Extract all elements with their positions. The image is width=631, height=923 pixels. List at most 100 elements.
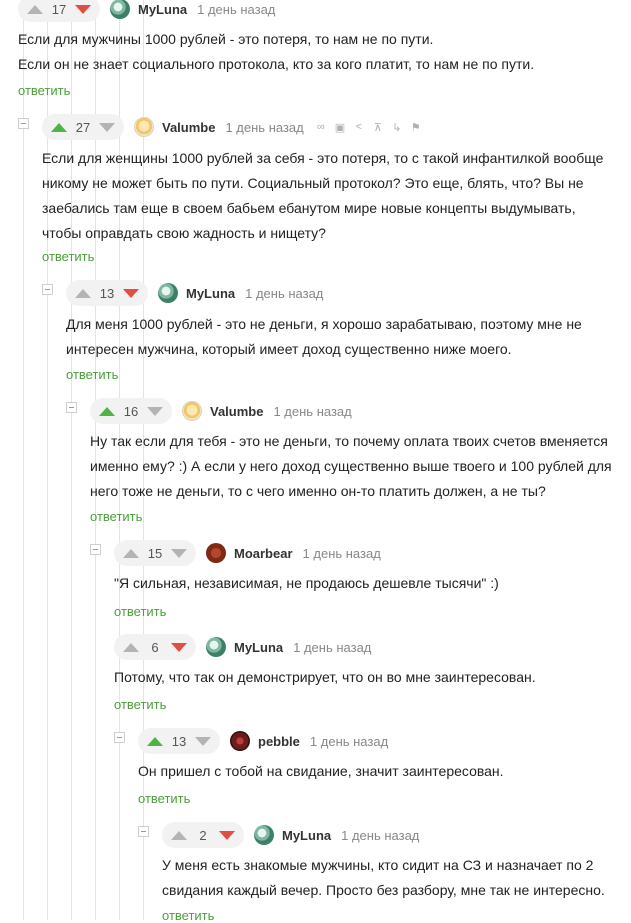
comment-line: свидания каждый вечер. Просто без разбор… (162, 882, 605, 898)
comment-text: Если для мужчины 1000 рублей - это потер… (18, 27, 534, 77)
author-name[interactable]: Moarbear (234, 546, 293, 561)
downvote-button[interactable] (216, 824, 238, 846)
collapse-button[interactable] (42, 284, 53, 295)
reply-link[interactable]: ответить (138, 791, 190, 806)
timestamp[interactable]: 1 день назад (273, 404, 351, 419)
avatar[interactable] (206, 543, 226, 563)
upvote-button[interactable] (144, 730, 166, 752)
arrow-down-icon (75, 4, 91, 14)
comment: 2 MyLuna 1 день назад У меня есть знаком… (138, 822, 631, 923)
upvote-button[interactable] (96, 400, 118, 422)
arrow-up-icon (51, 122, 67, 132)
arrow-down-icon (123, 288, 139, 298)
timestamp[interactable]: 1 день назад (225, 120, 303, 135)
downvote-button[interactable] (96, 116, 118, 138)
rating-count: 15 (147, 545, 163, 561)
comment-line: него тоже не деньги, то с чего именно он… (90, 483, 546, 499)
comment-line: Для меня 1000 рублей - это не деньги, я … (66, 316, 582, 332)
upvote-button[interactable] (24, 0, 46, 20)
arrow-up-icon (75, 288, 91, 298)
collapse-button[interactable] (18, 118, 29, 129)
comment-header: 27 Valumbe 1 день назад ∞ ▣ < ⊼ ↳ ⚑ (42, 114, 421, 140)
comment-header: 15 Moarbear 1 день назад (114, 540, 381, 566)
upvote-button[interactable] (120, 542, 142, 564)
author-name[interactable]: MyLuna (186, 286, 235, 301)
timestamp[interactable]: 1 день назад (293, 640, 371, 655)
author-name[interactable]: Valumbe (162, 120, 215, 135)
comment-line: У меня есть знакомые мужчины, кто сидит … (162, 857, 594, 873)
comment-thread: 17 MyLuna 1 день назад Если для мужчины … (0, 0, 631, 923)
timestamp[interactable]: 1 день назад (245, 286, 323, 301)
downvote-button[interactable] (72, 0, 94, 20)
comment-header: 16 Valumbe 1 день назад (90, 398, 352, 424)
author-name[interactable]: MyLuna (282, 828, 331, 843)
link-icon[interactable]: ∞ (316, 121, 326, 133)
comment-actions: ∞ ▣ < ⊼ ↳ ⚑ (316, 121, 421, 134)
avatar[interactable] (230, 731, 250, 751)
author-name[interactable]: MyLuna (234, 640, 283, 655)
downvote-button[interactable] (192, 730, 214, 752)
author-name[interactable]: Valumbe (210, 404, 263, 419)
reply-link[interactable]: ответить (162, 908, 214, 923)
reply-link[interactable]: ответить (66, 367, 118, 382)
reply-link[interactable]: ответить (18, 83, 70, 98)
author-name[interactable]: pebble (258, 734, 300, 749)
comment-text: Если для женщины 1000 рублей за себя - э… (42, 146, 603, 246)
comment-line: Ну так если для тебя - это не деньги, то… (90, 433, 608, 449)
avatar[interactable] (158, 283, 178, 303)
downvote-button[interactable] (168, 636, 190, 658)
comment-line: заебались там еще в своем бабьем ебануто… (42, 200, 576, 216)
timestamp[interactable]: 1 день назад (310, 734, 388, 749)
author-name[interactable]: MyLuna (138, 2, 187, 17)
avatar[interactable] (254, 825, 274, 845)
timestamp[interactable]: 1 день назад (197, 2, 275, 17)
branch-icon[interactable]: ↳ (392, 121, 402, 134)
rating-count: 27 (75, 119, 91, 135)
avatar[interactable] (110, 0, 130, 19)
downvote-button[interactable] (144, 400, 166, 422)
avatar[interactable] (182, 401, 202, 421)
downvote-button[interactable] (168, 542, 190, 564)
rating: 6 (114, 634, 196, 660)
collapse-button[interactable] (114, 732, 125, 743)
collapse-button[interactable] (66, 402, 77, 413)
arrow-up-icon (171, 830, 187, 840)
reply-link[interactable]: ответить (114, 604, 166, 619)
comment-text: У меня есть знакомые мужчины, кто сидит … (162, 853, 605, 903)
comment-line: никому не может быть по пути. Социальный… (42, 175, 584, 191)
avatar[interactable] (134, 117, 154, 137)
comment-header: 17 MyLuna 1 день назад (18, 0, 275, 22)
upvote-button[interactable] (168, 824, 190, 846)
comment-line: именно ему? :) А если у него доход сущес… (90, 458, 612, 474)
reply-link[interactable]: ответить (90, 509, 142, 524)
avatar[interactable] (206, 637, 226, 657)
arrow-up-icon (147, 736, 163, 746)
rating: 27 (42, 114, 124, 140)
reply-link[interactable]: ответить (42, 249, 94, 264)
rating-count: 13 (99, 285, 115, 301)
save-icon[interactable]: ▣ (335, 121, 345, 134)
upvote-button[interactable] (120, 636, 142, 658)
arrow-down-icon (99, 122, 115, 132)
share-icon[interactable]: < (354, 121, 364, 133)
rating-count: 13 (171, 733, 187, 749)
flag-icon[interactable]: ⚑ (411, 121, 421, 134)
collapse-button[interactable] (90, 544, 101, 555)
upvote-button[interactable] (48, 116, 70, 138)
comment-line: Если для мужчины 1000 рублей - это потер… (18, 31, 434, 47)
comment-header: 2 MyLuna 1 день назад (162, 822, 419, 848)
comment-line: "Я сильная, независимая, не продаюсь деш… (114, 575, 499, 591)
comment: 13 pebble 1 день назад Он пришел с тобой… (114, 728, 631, 808)
comment-line: интересен мужчина, который имеет доход с… (66, 341, 512, 357)
collapse-button[interactable] (138, 826, 149, 837)
reply-link[interactable]: ответить (114, 697, 166, 712)
timestamp[interactable]: 1 день назад (341, 828, 419, 843)
arrow-up-icon (123, 642, 139, 652)
rating: 16 (90, 398, 172, 424)
rating: 13 (138, 728, 220, 754)
upvote-button[interactable] (72, 282, 94, 304)
branch-up-icon[interactable]: ⊼ (373, 121, 383, 134)
timestamp[interactable]: 1 день назад (303, 546, 381, 561)
downvote-button[interactable] (120, 282, 142, 304)
arrow-up-icon (123, 548, 139, 558)
